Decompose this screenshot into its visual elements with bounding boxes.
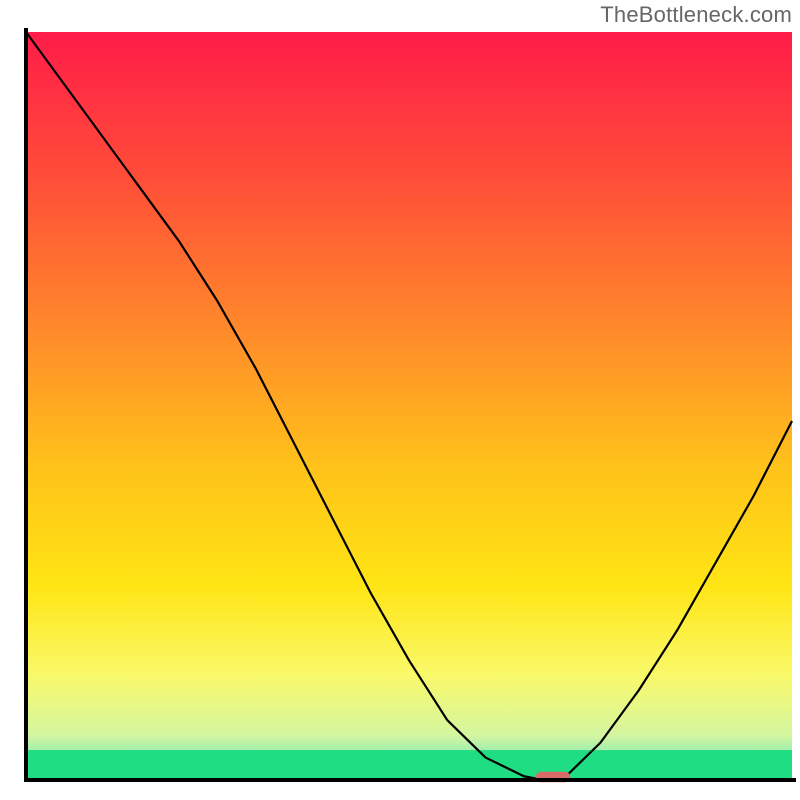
green-band bbox=[26, 750, 792, 780]
chart-container: TheBottleneck.com bbox=[0, 0, 800, 800]
watermark-text: TheBottleneck.com bbox=[600, 2, 792, 28]
bottleneck-chart bbox=[0, 0, 800, 800]
gradient-background bbox=[26, 32, 792, 780]
